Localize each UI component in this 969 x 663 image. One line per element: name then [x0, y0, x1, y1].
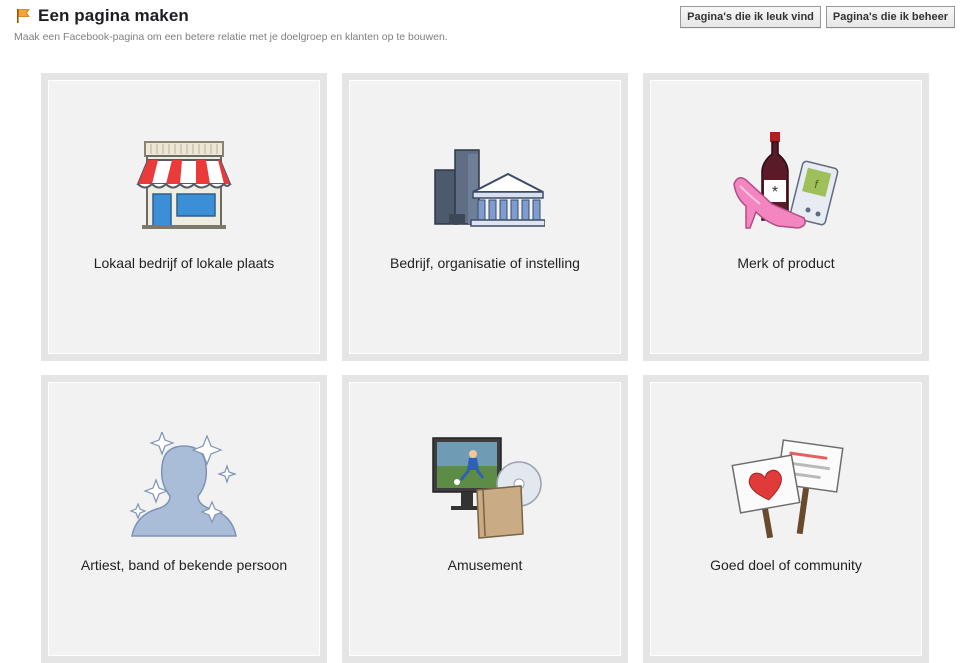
cause-signs-icon	[731, 439, 844, 539]
category-tile-entertainment[interactable]: Amusement	[342, 375, 628, 663]
entertainment-icon	[432, 437, 542, 539]
page-header: Een pagina maken Maak een Facebook-pagin…	[14, 6, 955, 46]
category-label-entertainment: Amusement	[447, 557, 523, 573]
liked-pages-button[interactable]: Pagina's die ik leuk vind	[680, 6, 821, 28]
category-label-artist: Artiest, band of bekende persoon	[80, 557, 288, 573]
svg-text:*: *	[772, 184, 778, 201]
category-tile-cause[interactable]: Goed doel of community	[643, 375, 929, 663]
storefront-icon	[136, 141, 232, 229]
category-label-company: Bedrijf, organisatie of instelling	[390, 255, 580, 271]
category-tile-brand[interactable]: * f Merk of product	[643, 73, 929, 361]
category-label-local-business: Lokaal bedrijf of lokale plaats	[93, 255, 275, 271]
flag-icon	[17, 9, 30, 23]
products-icon: * f	[733, 132, 839, 229]
page-subtitle: Maak een Facebook-pagina om een betere r…	[14, 31, 448, 43]
category-tile-company[interactable]: Bedrijf, organisatie of instelling	[342, 73, 628, 361]
managed-pages-button[interactable]: Pagina's die ik beheer	[825, 6, 955, 28]
category-tile-artist[interactable]: Artiest, band of bekende persoon	[41, 375, 327, 663]
category-tile-local-business[interactable]: Lokaal bedrijf of lokale plaats	[41, 73, 327, 361]
category-label-cause: Goed doel of community	[710, 557, 862, 573]
buildings-icon	[434, 149, 545, 227]
celebrity-icon	[129, 432, 237, 537]
category-label-brand: Merk of product	[737, 255, 835, 271]
page-title: Een pagina maken	[38, 6, 189, 25]
